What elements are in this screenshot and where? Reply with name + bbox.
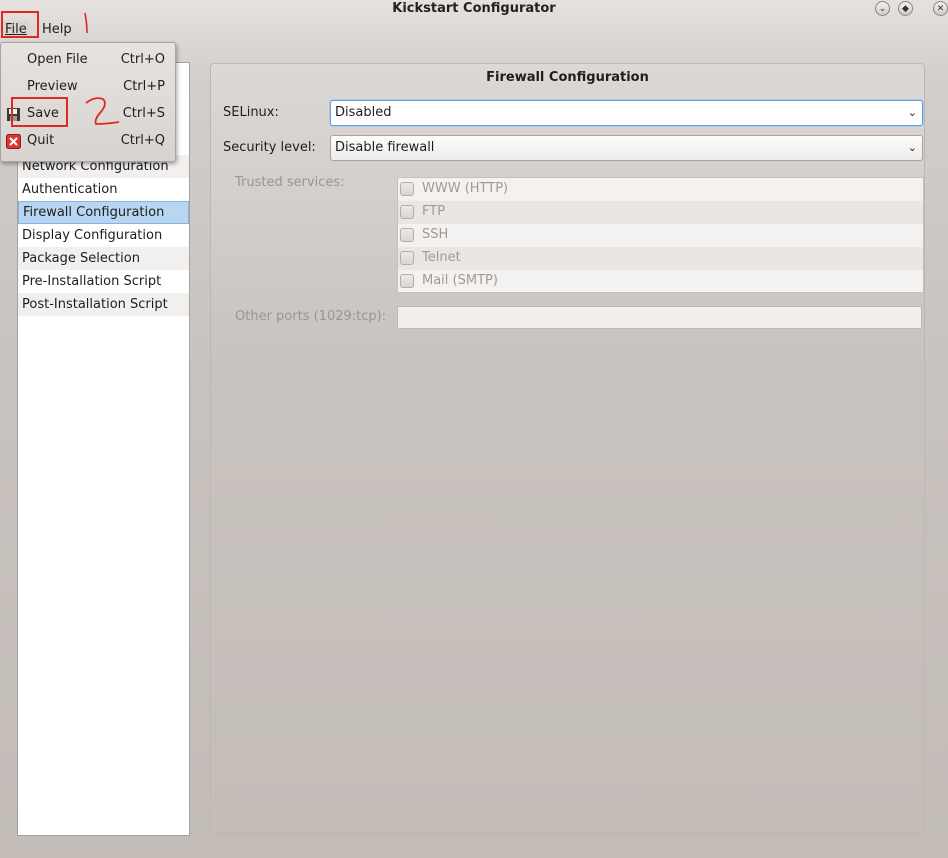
annotation-number-2 xyxy=(85,97,120,125)
annotation-marks xyxy=(84,12,120,125)
annotation-number-1 xyxy=(84,12,88,34)
